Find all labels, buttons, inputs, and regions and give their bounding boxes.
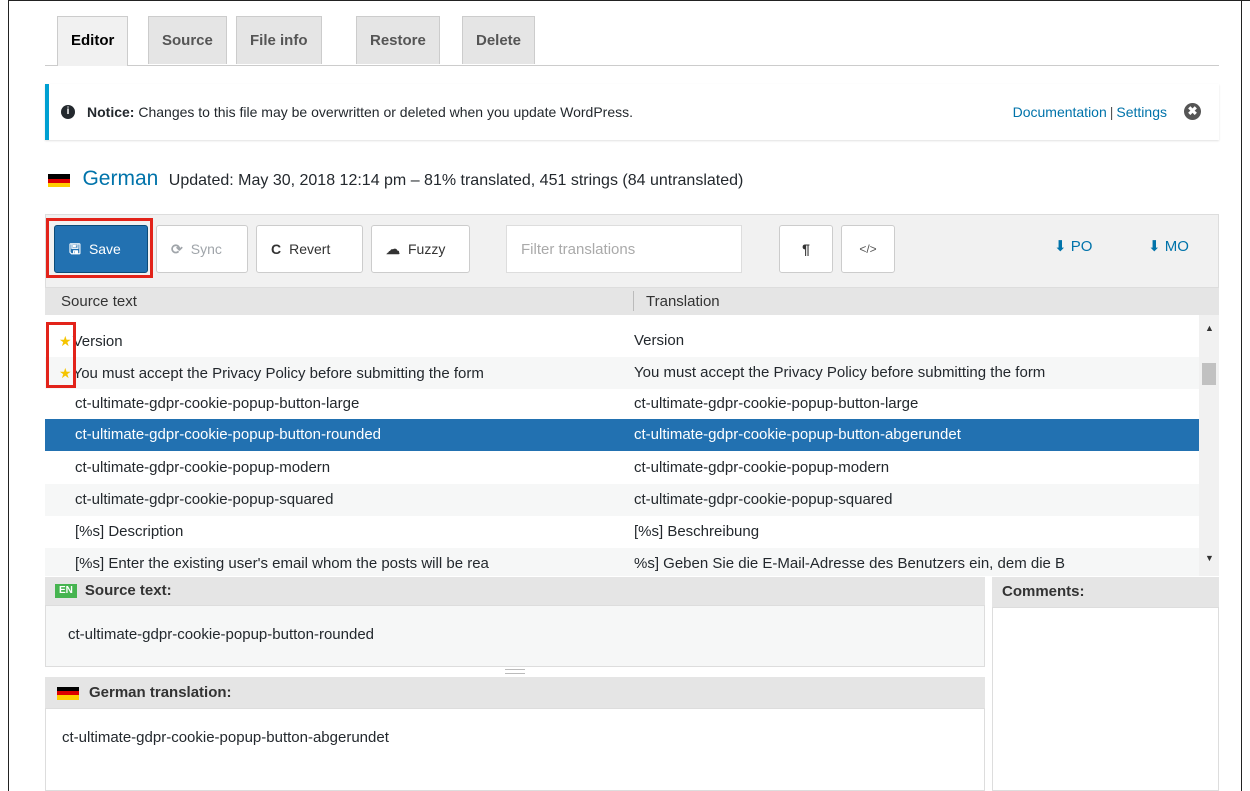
notice-label: Notice:	[87, 104, 135, 120]
german-flag-icon	[57, 686, 79, 700]
page-heading: German Updated: May 30, 2018 12:14 pm – …	[48, 164, 743, 194]
translation-status: Updated: May 30, 2018 12:14 pm – 81% tra…	[168, 172, 744, 189]
tab-bar: Editor Source File info Restore Delete	[45, 0, 1219, 66]
frame-right-border	[1241, 0, 1242, 791]
table-row[interactable]: ct-ultimate-gdpr-cookie-popup-modern ct-…	[45, 452, 1199, 484]
row-translation: ct-ultimate-gdpr-cookie-popup-button-lar…	[634, 395, 919, 412]
fuzzy-label: Fuzzy	[408, 241, 446, 257]
comments-header: Comments:	[992, 577, 1219, 607]
row-source: [%s] Enter the existing user's email who…	[75, 555, 489, 572]
update-notice: i Notice: Changes to this file may be ov…	[45, 84, 1219, 140]
tab-editor[interactable]: Editor	[57, 16, 129, 66]
filter-translations-input[interactable]	[506, 225, 742, 273]
table-row[interactable]: ct-ultimate-gdpr-cookie-popup-squared ct…	[45, 484, 1199, 516]
row-source: ct-ultimate-gdpr-cookie-popup-button-lar…	[75, 395, 360, 412]
pilcrow-button[interactable]: ¶	[779, 225, 833, 273]
info-circle-icon: i	[61, 105, 75, 119]
notice-links: Documentation | Settings	[1013, 84, 1167, 140]
sync-icon: ⟳	[171, 241, 183, 257]
sync-label: Sync	[190, 241, 222, 257]
cloud-icon: ☁	[386, 241, 400, 257]
row-translation: You must accept the Privacy Policy befor…	[634, 364, 1046, 381]
table-row[interactable]: ★Version Version	[45, 325, 1199, 357]
scroll-up-icon[interactable]: ▲	[1205, 323, 1214, 333]
download-po-link[interactable]: ⬇ PO	[1054, 237, 1092, 255]
link-separator: |	[1109, 104, 1114, 120]
frame-left-border	[8, 0, 9, 791]
mo-label: MO	[1164, 238, 1189, 255]
table-row-selected[interactable]: ct-ultimate-gdpr-cookie-popup-button-rou…	[45, 419, 1199, 451]
grid-scrollbar[interactable]: ▲ ▼	[1199, 315, 1219, 576]
source-text-header: EN Source text:	[45, 577, 985, 605]
documentation-link[interactable]: Documentation	[1013, 104, 1107, 120]
row-translation: Version	[634, 332, 685, 349]
column-translation[interactable]: Translation	[633, 291, 720, 311]
scroll-thumb[interactable]	[1202, 363, 1216, 385]
translation-textarea[interactable]: ct-ultimate-gdpr-cookie-popup-button-abg…	[45, 708, 985, 791]
notice-message: Changes to this file may be overwritten …	[138, 104, 634, 120]
row-source: Version	[72, 333, 123, 350]
row-translation: %s] Geben Sie die E-Mail-Adresse des Ben…	[634, 555, 1066, 572]
revert-icon: C	[271, 241, 282, 257]
download-mo-link[interactable]: ⬇ MO	[1148, 237, 1189, 255]
row-translation: ct-ultimate-gdpr-cookie-popup-button-abg…	[634, 426, 961, 443]
fuzzy-button[interactable]: ☁ Fuzzy	[371, 225, 470, 273]
row-source: ct-ultimate-gdpr-cookie-popup-button-rou…	[75, 426, 382, 443]
table-row[interactable]: [%s] Enter the existing user's email who…	[45, 548, 1199, 576]
column-source-text[interactable]: Source text	[61, 288, 137, 315]
row-source: [%s] Description	[75, 523, 184, 540]
row-translation: [%s] Beschreibung	[634, 523, 760, 540]
editor-toolbar: 🖫Save ⟳Sync CRevert ☁Fuzzy ¶ </> ⬇ PO ⬇ …	[45, 214, 1219, 288]
comments-textarea[interactable]	[992, 607, 1219, 791]
settings-link[interactable]: Settings	[1116, 104, 1167, 120]
po-label: PO	[1070, 238, 1093, 255]
en-badge: EN	[55, 584, 77, 599]
tab-restore[interactable]: Restore	[356, 16, 440, 64]
tab-file-info[interactable]: File info	[236, 16, 322, 64]
code-view-button[interactable]: </>	[841, 225, 895, 273]
sync-button[interactable]: ⟳ Sync	[156, 225, 248, 273]
grid-header: Source text Translation	[45, 288, 1219, 315]
strings-grid: Source text Translation ★Version Version…	[45, 288, 1219, 576]
save-highlight-box	[46, 218, 153, 278]
table-row[interactable]: ct-ultimate-gdpr-cookie-popup-button-lar…	[45, 388, 1199, 420]
row-source: ct-ultimate-gdpr-cookie-popup-squared	[75, 491, 334, 508]
resize-handle[interactable]	[505, 669, 525, 674]
revert-button[interactable]: C Revert	[256, 225, 363, 273]
close-icon[interactable]: ✖	[1184, 103, 1201, 120]
row-source: You must accept the Privacy Policy befor…	[72, 365, 484, 382]
tab-source[interactable]: Source	[148, 16, 227, 64]
table-row[interactable]: ★You must accept the Privacy Policy befo…	[45, 357, 1199, 389]
scroll-down-icon[interactable]: ▼	[1205, 553, 1214, 563]
table-row[interactable]: [%s] Description [%s] Beschreibung	[45, 516, 1199, 548]
german-flag-icon	[48, 174, 70, 188]
download-icon: ⬇	[1054, 238, 1067, 255]
download-icon: ⬇	[1148, 238, 1161, 255]
language-title[interactable]: German	[82, 167, 158, 190]
row-source: ct-ultimate-gdpr-cookie-popup-modern	[75, 459, 331, 476]
translation-label: German translation:	[89, 684, 232, 701]
revert-label: Revert	[289, 241, 331, 257]
source-text-box: ct-ultimate-gdpr-cookie-popup-button-rou…	[45, 605, 985, 667]
row-translation: ct-ultimate-gdpr-cookie-popup-modern	[634, 459, 890, 476]
translation-header: German translation:	[45, 677, 985, 708]
star-highlight-box	[46, 322, 76, 388]
source-text-label: Source text:	[84, 582, 172, 599]
row-translation: ct-ultimate-gdpr-cookie-popup-squared	[634, 491, 893, 508]
tab-delete[interactable]: Delete	[462, 16, 536, 64]
